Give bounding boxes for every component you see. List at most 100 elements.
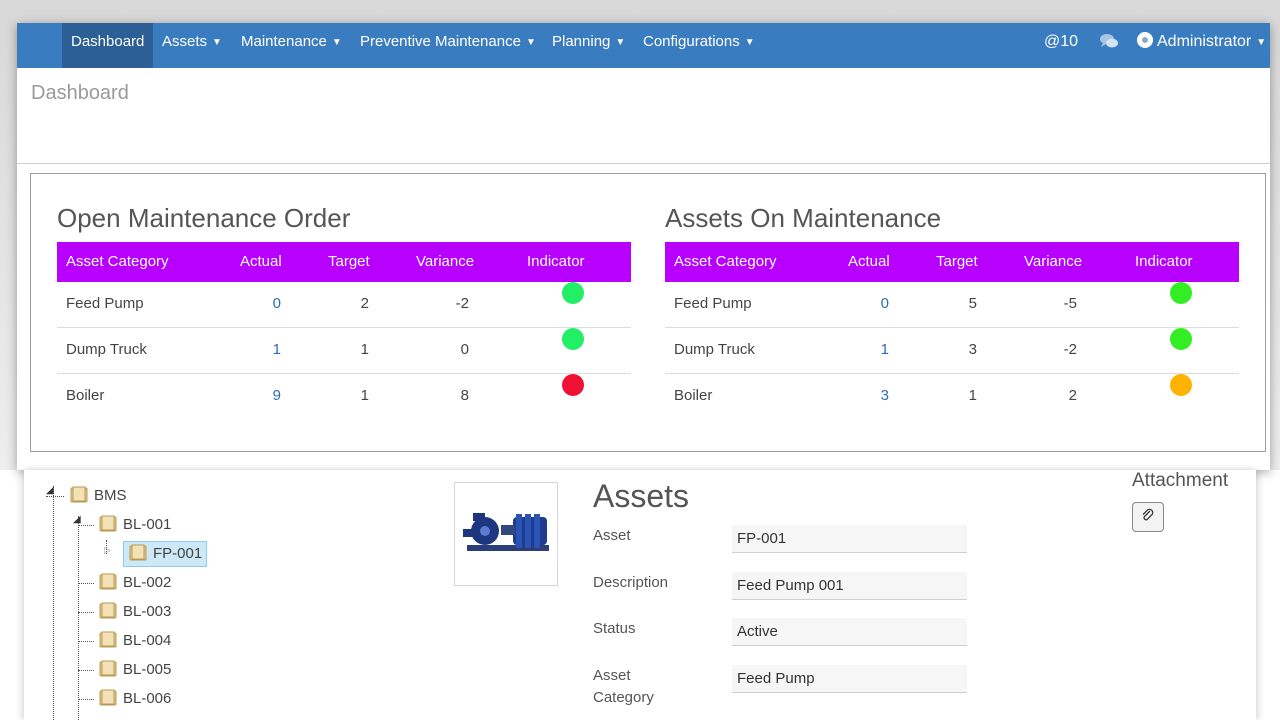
nav-planning[interactable]: Planning ▼ bbox=[552, 23, 625, 68]
top-navbar: Dashboard Assets ▼ Maintenance ▼ Preventiv… bbox=[17, 23, 1270, 68]
category-cell: Dump Truck bbox=[66, 341, 147, 358]
column-header: Variance bbox=[416, 253, 475, 270]
tree-node-label: BL-006 bbox=[123, 690, 172, 707]
collapse-toggle-icon[interactable]: ◢ bbox=[46, 485, 54, 496]
nav-configurations-label: Configurations bbox=[643, 33, 740, 50]
column-header: Target bbox=[936, 253, 978, 270]
variance-cell: 8 bbox=[460, 387, 469, 404]
description-field[interactable]: Feed Pump 001 bbox=[732, 572, 967, 600]
tree-connector bbox=[78, 699, 94, 700]
nav-dashboard[interactable]: Dashboard bbox=[62, 23, 154, 68]
folder-icon bbox=[99, 631, 117, 648]
tree-node-bl-006[interactable]: BL-006 bbox=[99, 687, 171, 711]
chevron-down-icon: ▼ bbox=[331, 37, 342, 48]
attachment-title: Attachment bbox=[1132, 470, 1229, 491]
nav-preventive-maintenance[interactable]: Preventive Maintenance ▼ bbox=[360, 23, 536, 68]
nav-maintenance[interactable]: Maintenance ▼ bbox=[241, 23, 342, 68]
tree-node-label: BL-001 bbox=[123, 516, 172, 533]
tree-connector bbox=[78, 641, 94, 642]
folder-icon bbox=[99, 660, 117, 677]
field-label-asset-category: Asset Category bbox=[593, 667, 654, 706]
column-header: Target bbox=[328, 253, 370, 270]
dashboard-content: Open Maintenance Order Asset Category Ac… bbox=[30, 173, 1266, 452]
asset-field[interactable]: FP-001 bbox=[732, 525, 967, 553]
mentions-counter[interactable]: @10 bbox=[1044, 23, 1078, 68]
tree-node-label: BL-005 bbox=[123, 661, 172, 678]
actual-link[interactable]: 0 bbox=[273, 282, 281, 326]
page-header: Dashboard bbox=[17, 68, 1270, 164]
tree-connector bbox=[78, 583, 94, 584]
category-cell: Boiler bbox=[66, 387, 105, 404]
target-cell: 2 bbox=[360, 295, 369, 312]
nav-assets-label: Assets bbox=[162, 33, 208, 50]
tree-node-bl-001[interactable]: BL-001 bbox=[99, 513, 171, 537]
actual-link[interactable]: 1 bbox=[273, 328, 281, 372]
variance-cell: 0 bbox=[460, 341, 469, 358]
chevron-down-icon: ▼ bbox=[525, 37, 536, 48]
tree-node-bl-004[interactable]: BL-004 bbox=[99, 629, 171, 653]
category-cell: Boiler bbox=[674, 387, 713, 404]
table-row: Dump Truck 1 1 0 bbox=[57, 328, 631, 374]
chevron-down-icon: ▼ bbox=[615, 37, 626, 48]
chat-icon[interactable] bbox=[1099, 23, 1119, 68]
actual-link[interactable]: 9 bbox=[273, 374, 281, 418]
assets-on-maintenance-title: Assets On Maintenance bbox=[665, 203, 942, 233]
actual-link[interactable]: 1 bbox=[881, 328, 889, 372]
page-title: Dashboard bbox=[31, 82, 129, 104]
tree-connector bbox=[78, 516, 79, 720]
target-cell: 5 bbox=[968, 295, 977, 312]
expand-toggle-icon[interactable]: ▷ bbox=[104, 545, 111, 556]
target-cell: 1 bbox=[968, 387, 977, 404]
tree-connector bbox=[78, 670, 94, 671]
tree-node-bl-003[interactable]: BL-003 bbox=[99, 600, 171, 624]
folder-icon bbox=[99, 573, 117, 590]
tree-node-label: BL-003 bbox=[123, 603, 172, 620]
asset-category-field[interactable]: Feed Pump bbox=[732, 665, 967, 693]
tree-node-bl-005[interactable]: BL-005 bbox=[99, 658, 171, 682]
column-header: Variance bbox=[1024, 253, 1083, 270]
user-menu[interactable]: Administrator ▼ bbox=[1137, 23, 1266, 68]
collapse-toggle-icon[interactable]: ◢ bbox=[73, 514, 81, 525]
status-field[interactable]: Active bbox=[732, 618, 967, 646]
table-row: Boiler 9 1 8 bbox=[57, 374, 631, 419]
asset-detail-window: ◢ ◢ ▷ BMS BL-001 FP-001 BL-002 BL-003 BL… bbox=[24, 470, 1256, 720]
nav-preventive-label: Preventive Maintenance bbox=[360, 33, 521, 50]
table-header: Asset Category Actual Target Variance In… bbox=[57, 242, 631, 282]
nav-configurations[interactable]: Configurations ▼ bbox=[643, 23, 755, 68]
nav-maintenance-label: Maintenance bbox=[241, 33, 327, 50]
tree-node-fp-001[interactable]: FP-001 bbox=[123, 541, 208, 567]
column-header: Asset Category bbox=[674, 253, 777, 270]
target-cell: 3 bbox=[968, 341, 977, 358]
status-indicator bbox=[562, 374, 584, 396]
column-header: Actual bbox=[240, 253, 282, 270]
table-row: Dump Truck 1 3 -2 bbox=[665, 328, 1239, 374]
tree-node-bl-002[interactable]: BL-002 bbox=[99, 571, 171, 595]
nav-dashboard-label: Dashboard bbox=[71, 33, 145, 50]
nav-assets[interactable]: Assets ▼ bbox=[162, 23, 222, 68]
tree-node-label: BMS bbox=[94, 487, 127, 504]
field-label-description: Description bbox=[593, 574, 669, 591]
dashboard-window: Dashboard Assets ▼ Maintenance ▼ Preventiv… bbox=[17, 23, 1270, 470]
field-label-status: Status bbox=[593, 620, 636, 637]
variance-cell: 2 bbox=[1068, 387, 1077, 404]
column-header: Asset Category bbox=[66, 253, 169, 270]
chevron-down-icon: ▼ bbox=[744, 37, 755, 48]
actual-link[interactable]: 3 bbox=[881, 374, 889, 418]
avatar bbox=[1137, 32, 1153, 48]
tree-node-bms[interactable]: BMS bbox=[70, 484, 127, 508]
field-label-asset: Asset bbox=[593, 527, 631, 544]
attachment-button[interactable] bbox=[1132, 502, 1164, 532]
folder-icon bbox=[129, 544, 147, 561]
table-row: Feed Pump 0 5 -5 bbox=[665, 282, 1239, 328]
variance-cell: -2 bbox=[1063, 341, 1077, 358]
category-cell: Dump Truck bbox=[674, 341, 755, 358]
target-cell: 1 bbox=[360, 341, 369, 358]
table-header: Asset Category Actual Target Variance In… bbox=[665, 242, 1239, 282]
target-cell: 1 bbox=[360, 387, 369, 404]
status-indicator bbox=[562, 328, 584, 350]
asset-image bbox=[454, 482, 558, 586]
actual-link[interactable]: 0 bbox=[881, 282, 889, 326]
folder-icon bbox=[99, 689, 117, 706]
column-header: Indicator bbox=[1135, 253, 1193, 270]
tree-connector bbox=[53, 486, 54, 720]
